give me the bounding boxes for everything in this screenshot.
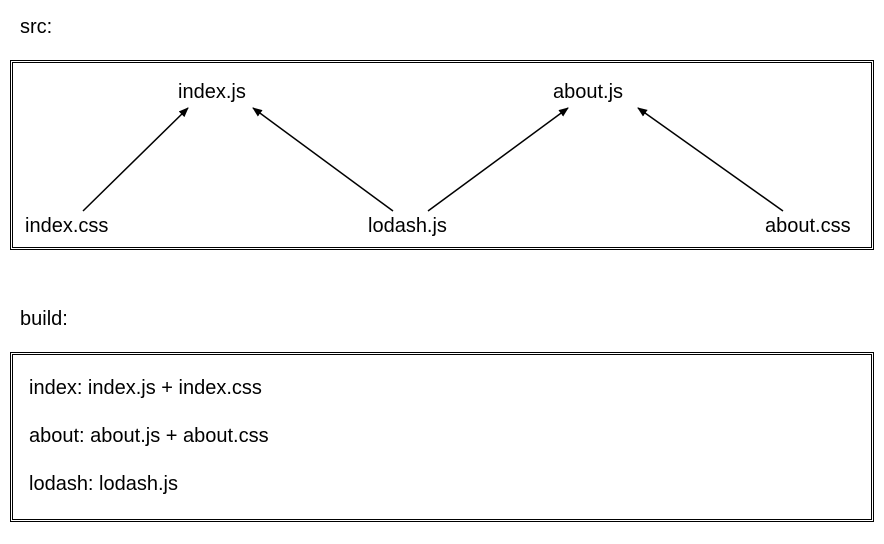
src-label: src:	[20, 16, 52, 39]
diagram-root: src: index.js about.js index.css lodash.…	[0, 0, 884, 544]
build-label: build:	[20, 308, 68, 331]
arrow-lodash-to-aboutjs	[428, 108, 568, 211]
node-index-js: index.js	[178, 81, 246, 104]
node-index-css: index.css	[25, 215, 108, 238]
node-lodash-js: lodash.js	[368, 215, 447, 238]
build-line-index: index: index.js + index.css	[29, 377, 262, 400]
arrow-lodash-to-indexjs	[253, 108, 393, 211]
build-line-lodash: lodash: lodash.js	[29, 473, 178, 496]
node-about-css: about.css	[765, 215, 851, 238]
arrow-aboutcss-to-aboutjs	[638, 108, 783, 211]
src-box: index.js about.js index.css lodash.js ab…	[10, 60, 874, 250]
build-line-about: about: about.js + about.css	[29, 425, 269, 448]
arrow-indexcss-to-indexjs	[83, 108, 188, 211]
node-about-js: about.js	[553, 81, 623, 104]
build-box: index: index.js + index.css about: about…	[10, 352, 874, 522]
